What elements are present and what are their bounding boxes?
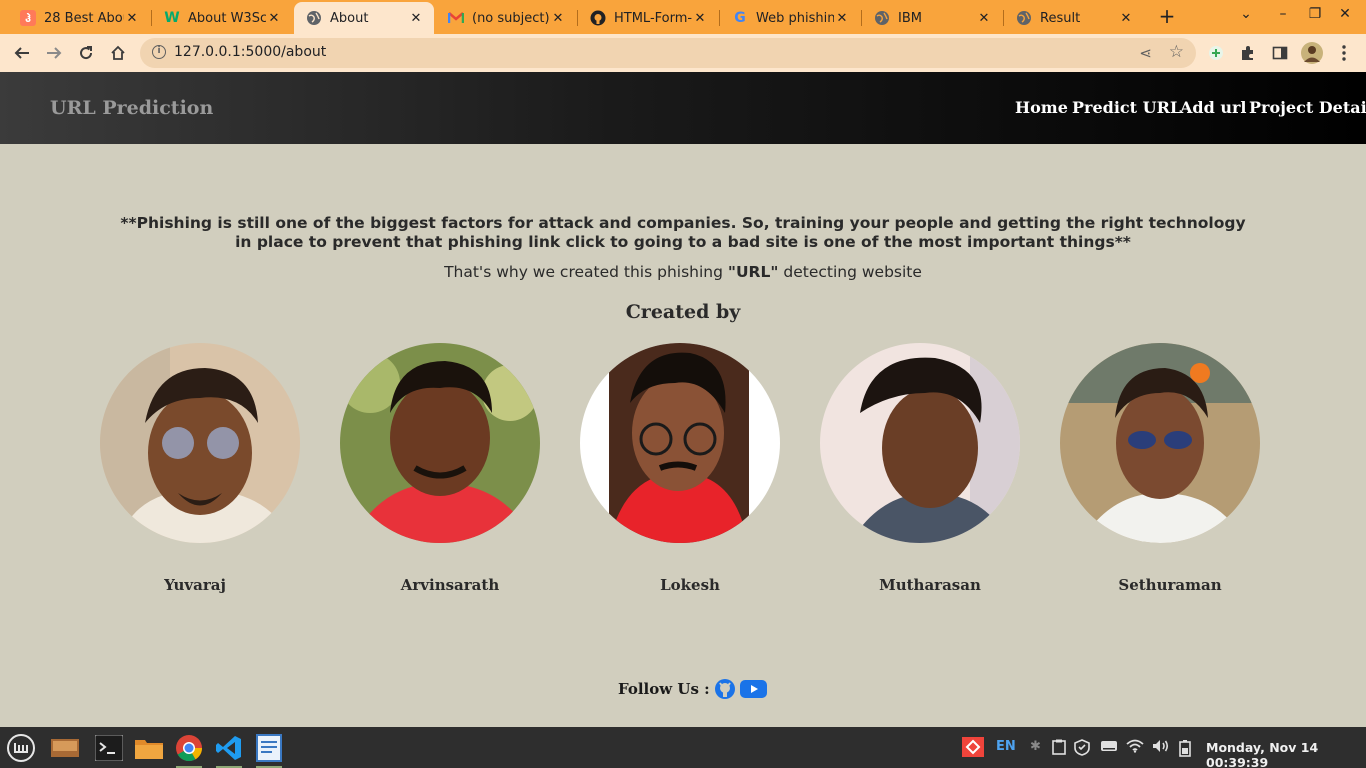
close-tab-icon[interactable]: ✕ [408,11,424,26]
created-by-heading: Created by [625,301,741,323]
member-name: Sethuraman [1118,576,1222,594]
hubspot-icon: ჰ [20,10,36,26]
member-photo [580,343,780,543]
tab-search-chevron-icon[interactable]: ⌄ [1236,6,1256,22]
reload-icon[interactable] [74,41,98,65]
browser-tab[interactable]: HTML-Form-S ✕ [578,2,718,34]
close-tab-icon[interactable]: ✕ [1118,11,1134,26]
member-photo [820,343,1020,543]
site-brand[interactable]: URL Prediction [50,97,213,119]
menu-kebab-icon[interactable] [1332,41,1356,65]
browser-tab[interactable]: (no subject) - ✕ [436,2,576,34]
chrome-taskbar-icon[interactable] [172,731,206,768]
terminal-icon[interactable] [92,731,126,765]
maximize-icon[interactable]: ❐ [1305,6,1325,22]
site-info-icon[interactable]: i [152,45,166,59]
nav-home-link[interactable]: Home [1015,98,1068,117]
system-clock[interactable]: Monday, Nov 14 00:39:39 [1206,740,1366,768]
show-desktop-icon[interactable] [48,731,82,765]
mint-menu-icon[interactable] [4,731,38,765]
wifi-icon[interactable] [1126,739,1144,757]
browser-tab-active[interactable]: About ✕ [294,2,434,34]
new-tab-button[interactable]: + [1156,6,1178,28]
member-photo [1060,343,1260,543]
text-editor-icon[interactable] [252,731,286,768]
gmail-icon [448,10,464,26]
member-photo [100,343,300,543]
sub-text-bold: "URL" [727,263,779,281]
vscode-icon[interactable] [212,731,246,768]
clipboard-icon[interactable] [1052,739,1066,759]
tab-title: HTML-Form-S [614,10,692,26]
side-panel-icon[interactable] [1268,41,1292,65]
bookmark-star-icon[interactable]: ☆ [1169,42,1184,62]
browser-tab[interactable]: Result ✕ [1004,2,1144,34]
globe-icon [874,10,890,26]
back-arrow-icon[interactable] [10,41,34,65]
sub-text-before: That's why we created this phishing [444,263,728,281]
close-window-icon[interactable]: ✕ [1335,6,1355,22]
w3schools-icon: W [164,10,180,26]
google-icon: G [734,10,746,26]
member-name: Arvinsarath [400,576,500,594]
tab-title: 28 Best About [44,10,124,26]
drive-icon[interactable] [1100,739,1118,757]
site-navbar: URL Prediction Home Predict URL Add url … [0,72,1366,144]
tab-title: (no subject) - [472,10,550,26]
home-icon[interactable] [106,41,130,65]
close-tab-icon[interactable]: ✕ [266,11,282,26]
volume-icon[interactable] [1152,739,1170,757]
share-icon[interactable]: ⋖ [1139,44,1152,62]
close-tab-icon[interactable]: ✕ [834,11,850,26]
tab-title: IBM [898,10,922,26]
address-url[interactable]: 127.0.0.1:5000/about [174,44,326,60]
browser-tab[interactable]: G Web phishing ✕ [720,2,860,34]
nav-predict-url-link[interactable]: Predict URL [1072,98,1181,117]
github-icon[interactable] [714,678,736,700]
profile-avatar-icon[interactable] [1300,41,1324,65]
sub-text-after: detecting website [778,263,922,281]
file-manager-icon[interactable] [132,731,166,765]
sub-statement: That's why we created this phishing "URL… [0,263,1366,281]
battery-icon[interactable] [1178,739,1194,761]
follow-us-label: Follow Us : [618,680,710,698]
nav-add-url-link[interactable]: Add url [1180,98,1247,117]
member-photo [340,343,540,543]
member-name: Lokesh [660,576,720,594]
anydesk-tray-icon[interactable] [962,737,984,761]
tab-title: Result [1040,10,1081,26]
close-tab-icon[interactable]: ✕ [692,11,708,26]
lead-statement: **Phishing is still one of the biggest f… [120,214,1246,251]
nav-project-details-link[interactable]: Project Details [1249,98,1366,117]
globe-icon [306,10,322,26]
address-bar[interactable]: i 127.0.0.1:5000/about ⋖ ☆ [140,38,1196,68]
close-tab-icon[interactable]: ✕ [976,11,992,26]
minimize-icon[interactable]: – [1273,6,1293,22]
tab-title: Web phishing [756,10,834,26]
tab-title: About W3Sch [188,10,266,26]
browser-tab[interactable]: IBM ✕ [862,2,1002,34]
extensions-puzzle-icon[interactable] [1236,41,1260,65]
forward-arrow-icon[interactable] [42,41,66,65]
os-taskbar: EN ✱ Monday, Nov 14 00:39:39 [0,727,1366,768]
github-icon [590,10,606,26]
browser-toolbar: i 127.0.0.1:5000/about ⋖ ☆ [0,34,1366,72]
member-name: Mutharasan [879,576,981,594]
tab-title: About [330,10,369,26]
browser-tab[interactable]: ჰ 28 Best About ✕ [8,2,150,34]
browser-tab[interactable]: W About W3Sch ✕ [152,2,292,34]
follow-us: Follow Us : [618,678,767,700]
extension-plus-icon[interactable] [1204,41,1228,65]
shield-icon[interactable] [1074,739,1090,760]
close-tab-icon[interactable]: ✕ [550,11,566,26]
keyboard-language-indicator[interactable]: EN [996,739,1016,754]
browser-tab-strip: ჰ 28 Best About ✕ W About W3Sch ✕ About … [0,0,1366,34]
close-tab-icon[interactable]: ✕ [124,11,140,26]
bluetooth-icon[interactable]: ✱ [1030,739,1041,754]
globe-icon [1016,10,1032,26]
member-name: Yuvaraj [164,576,226,594]
youtube-icon[interactable] [739,680,767,698]
